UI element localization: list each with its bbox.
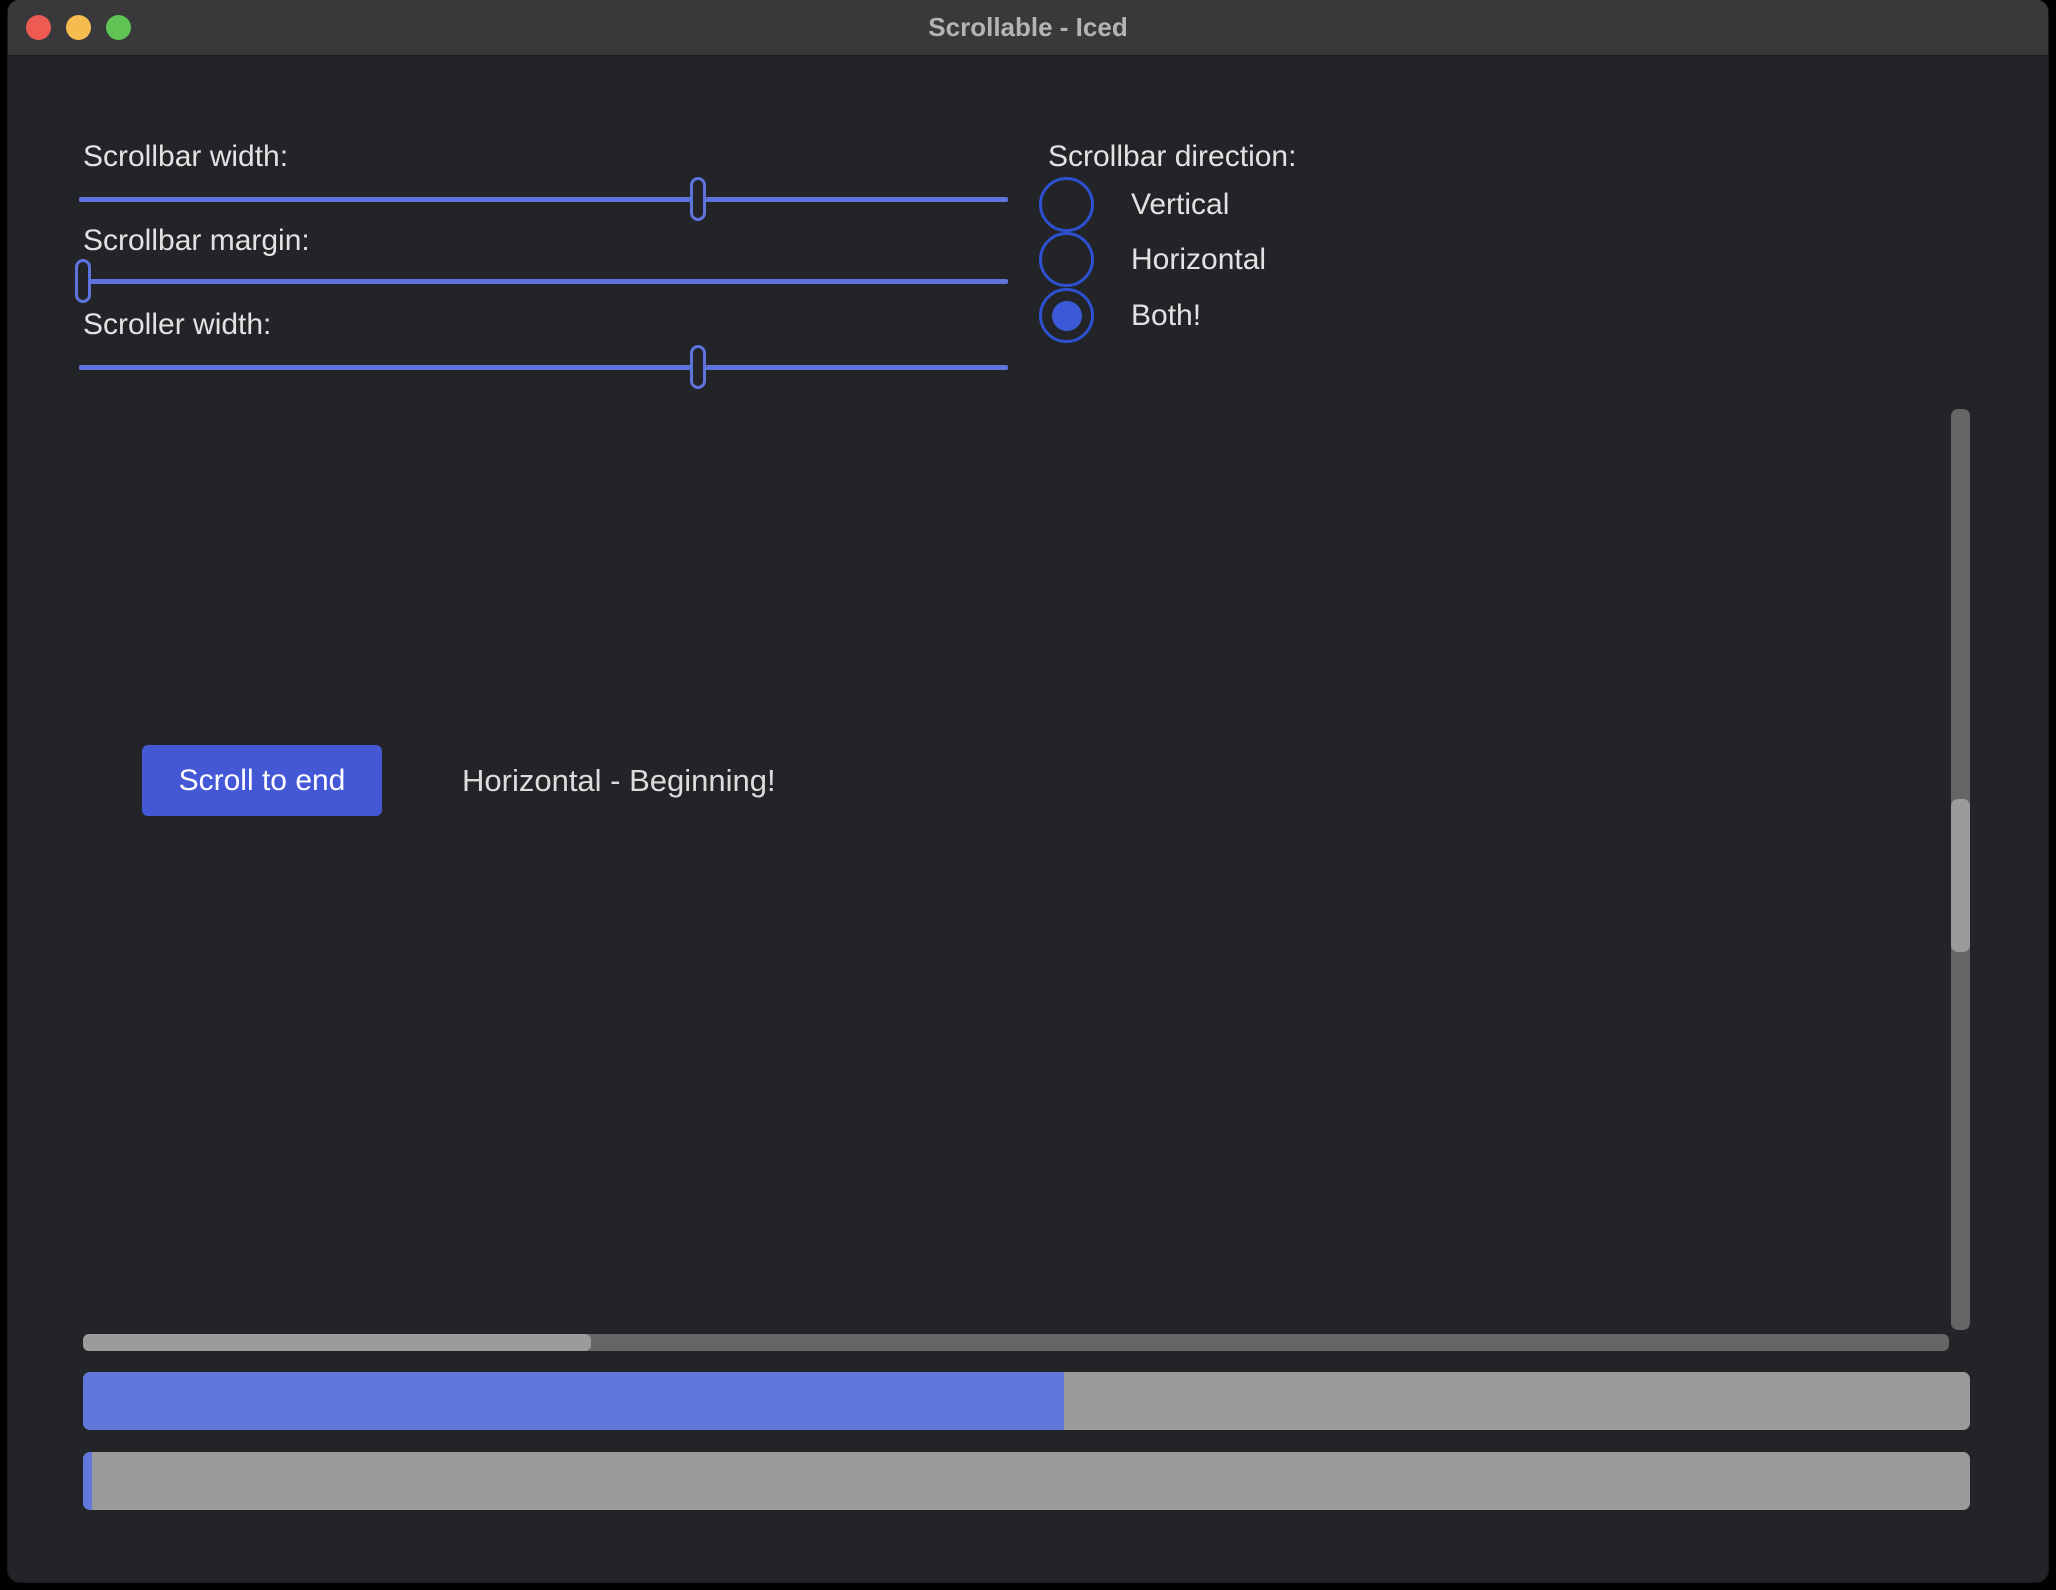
vertical-scroller[interactable] [1951,799,1970,953]
horizontal-scroll-progress-bar [83,1452,1970,1510]
scroll-status-text: Horizontal - Beginning! [462,763,776,799]
horizontal-scroller[interactable] [83,1334,591,1351]
radio-circle[interactable] [1039,288,1094,343]
scrollbar-width-slider[interactable] [79,177,1008,221]
radio-vertical[interactable]: Vertical [1039,177,1229,232]
scrollbar-margin-slider[interactable] [79,259,1008,303]
vertical-scrollbar[interactable] [1951,409,1970,1330]
radio-both[interactable]: Both! [1039,288,1201,343]
radio-horizontal-label: Horizontal [1131,243,1266,277]
radio-both-label: Both! [1131,299,1201,333]
scrollbar-margin-label: Scrollbar margin: [83,223,310,259]
app-window: Scrollable - Iced Scrollbar width: Scrol… [8,0,2048,1582]
slider-handle[interactable] [690,345,706,389]
scroller-width-label: Scroller width: [83,307,271,343]
scrollbar-width-label: Scrollbar width: [83,139,288,175]
progress-fill [83,1372,1064,1430]
progress-fill [83,1452,92,1510]
scroller-width-slider[interactable] [79,345,1008,389]
scrollbar-direction-label: Scrollbar direction: [1048,139,1296,175]
slider-rail[interactable] [79,279,1008,284]
radio-vertical-label: Vertical [1131,188,1229,222]
titlebar: Scrollable - Iced [8,0,2048,56]
radio-circle[interactable] [1039,232,1094,287]
vertical-scroll-progress-bar [83,1372,1970,1430]
slider-handle[interactable] [75,259,91,303]
scroll-to-end-label: Scroll to end [179,764,346,798]
window-title: Scrollable - Iced [8,0,2048,55]
scroll-to-end-button[interactable]: Scroll to end [142,745,382,816]
radio-dot [1052,301,1082,331]
slider-rail[interactable] [79,365,1008,370]
horizontal-scrollbar[interactable] [83,1334,1949,1351]
radio-circle[interactable] [1039,177,1094,232]
slider-handle[interactable] [690,177,706,221]
radio-horizontal[interactable]: Horizontal [1039,232,1266,287]
slider-rail[interactable] [79,197,1008,202]
